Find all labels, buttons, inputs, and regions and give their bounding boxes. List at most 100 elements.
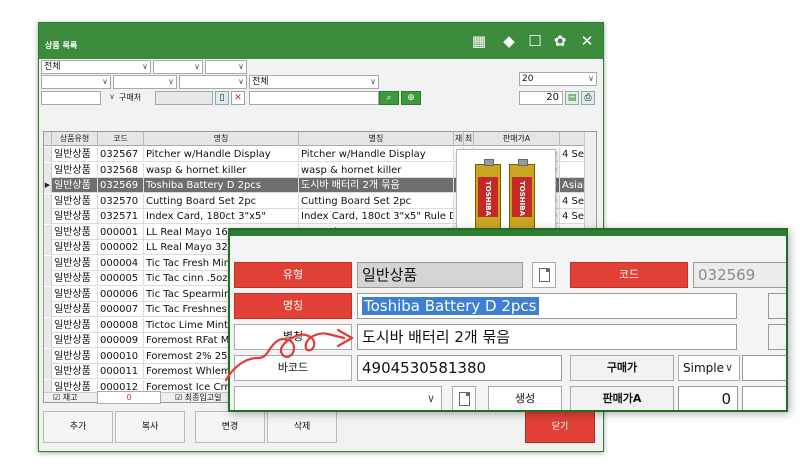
header-code[interactable]: 코드 <box>98 132 144 146</box>
chevron-down-icon: ∨ <box>238 62 244 71</box>
filter-select-6[interactable]: ∨ <box>179 75 247 89</box>
battery-brand-text: TOSHIBA <box>484 180 492 216</box>
sale-price-field[interactable]: 0 <box>678 386 738 410</box>
cell-type: 일반상품 <box>52 317 98 333</box>
cell-code: 000007 <box>98 302 144 317</box>
cell-extra: Asian <box>560 178 586 193</box>
settings-icon[interactable]: ✿ <box>550 31 570 51</box>
cell-code: 000011 <box>98 364 144 379</box>
document-icon[interactable]: ▯ <box>215 91 229 105</box>
print-icon[interactable]: ⎙ <box>581 91 595 105</box>
row-indicator <box>44 147 52 162</box>
chevron-down-icon: ∨ <box>238 77 244 86</box>
purchase-mode-select[interactable]: Simple ∨ <box>678 355 740 381</box>
code-field[interactable]: 032569 <box>693 262 786 288</box>
cell-name: Toshiba Battery D 2pcs <box>144 178 299 193</box>
search-input[interactable] <box>249 91 379 105</box>
cell-type: 일반상품 <box>52 147 98 162</box>
chevron-down-icon: ∨ <box>142 62 148 71</box>
chevron-down-icon: ∨ <box>724 361 733 374</box>
copy-button[interactable]: 복사 <box>115 411 185 443</box>
cell-code: 000006 <box>98 286 144 302</box>
stock-value-input[interactable]: 0 <box>97 391 161 404</box>
document-icon[interactable] <box>452 386 476 410</box>
cell-alias: 도시바 배터리 2개 묶음 <box>299 178 454 193</box>
alias-field[interactable]: 도시바 배터리 2개 묶음 <box>357 324 737 350</box>
cell-type: 일반상품 <box>52 271 98 286</box>
purchaser-input[interactable] <box>155 91 213 105</box>
cell-code: 000005 <box>98 271 144 286</box>
edit-icon[interactable]: ☐ <box>525 31 545 51</box>
row-indicator <box>44 286 52 302</box>
cell-type: 일반상품 <box>52 255 98 271</box>
header-sale-a[interactable]: 판매가A <box>474 132 560 146</box>
clear-icon[interactable]: ✕ <box>231 91 245 105</box>
page-count-input[interactable]: 20 <box>519 91 563 105</box>
type-field[interactable]: 일반상품 <box>357 262 523 288</box>
document-icon[interactable] <box>532 262 556 288</box>
page-size-select[interactable]: 20 ∨ <box>519 72 597 86</box>
row-indicator <box>44 240 52 255</box>
page-size-value: 20 <box>522 74 534 84</box>
header-type[interactable]: 상품유형 <box>52 132 98 146</box>
subcategory-select[interactable]: ∨ <box>153 60 203 74</box>
filter-select-5[interactable]: ∨ <box>113 75 177 89</box>
purchaser-label: 구매처 <box>119 93 142 102</box>
row-indicator <box>44 255 52 271</box>
header-name[interactable]: 명칭 <box>144 132 299 146</box>
purchase-price-field[interactable] <box>742 355 786 381</box>
filter-select-3[interactable]: ∨ <box>205 60 247 74</box>
cell-code: 032568 <box>98 162 144 178</box>
generate-button[interactable]: 생성 <box>488 386 562 410</box>
header-alias[interactable]: 별칭 <box>299 132 454 146</box>
cell-code: 000004 <box>98 255 144 271</box>
last-purchase-checkbox[interactable]: ☑ 최종입고일 <box>175 392 222 404</box>
grid-header: 상품유형 코드 명칭 별칭 재 최 판매가A <box>44 132 596 146</box>
code-input[interactable] <box>41 91 101 105</box>
title-bar: 상품 목록 ▦ ◆ ☐ ✿ ✕ <box>39 23 603 59</box>
cell-code: 032571 <box>98 209 144 224</box>
cell-alias: wasp & hornet killer <box>299 162 454 178</box>
header-stock[interactable]: 재 <box>454 132 464 146</box>
filter-select-4[interactable]: ∨ <box>41 75 111 89</box>
purchase-price-label: 구매가 <box>570 355 674 381</box>
cell-name: wasp & hornet killer <box>144 162 299 178</box>
row-indicator <box>44 162 52 178</box>
alias-filter-select[interactable]: 전체 ∨ <box>249 75 379 89</box>
chevron-down-icon[interactable]: ∨ <box>103 91 115 105</box>
cell-code: 032570 <box>98 193 144 209</box>
close-button[interactable]: 닫기 <box>525 411 595 443</box>
cell-extra: 4 Se <box>562 147 586 162</box>
battery-brand-text: TOSHIBA <box>518 180 526 216</box>
cell-type: 일반상품 <box>52 209 98 224</box>
cell-type: 일반상품 <box>52 302 98 317</box>
excel-icon[interactable]: ▤ <box>565 91 579 105</box>
modify-button[interactable]: 변경 <box>195 411 265 443</box>
annotation-scribble <box>224 328 354 382</box>
header-last[interactable]: 최 <box>464 132 474 146</box>
add-button[interactable]: 추가 <box>43 411 113 443</box>
extra-select[interactable]: ∨ <box>234 386 442 410</box>
row-indicator <box>44 224 52 240</box>
tag-icon[interactable]: ◆ <box>499 31 519 51</box>
close-icon[interactable]: ✕ <box>577 31 597 51</box>
cell-extra: 4 Se <box>562 193 586 209</box>
row-indicator <box>44 302 52 317</box>
cell-extra <box>560 162 586 178</box>
category-select[interactable]: 전체 ∨ <box>41 60 151 74</box>
table-icon[interactable]: ▦ <box>469 31 489 51</box>
stock-checkbox[interactable]: ☑ 재고 <box>53 392 77 404</box>
advanced-search-icon[interactable]: ⊕ <box>401 91 421 105</box>
cell-type: 일반상품 <box>52 333 98 348</box>
name-field[interactable]: Toshiba Battery D 2pcs <box>357 293 737 319</box>
header-extra[interactable] <box>560 132 586 146</box>
delete-button[interactable]: 삭제 <box>267 411 337 443</box>
code-label: 코드 <box>570 262 688 288</box>
cell-extra: 4 Se <box>562 209 586 224</box>
search-icon[interactable]: ⌕ <box>379 91 399 105</box>
cell-code: 000009 <box>98 333 144 348</box>
barcode-field[interactable]: 4904530581380 <box>357 355 562 381</box>
product-image-preview: TOSHIBA TOSHIBA <box>456 149 556 239</box>
chevron-down-icon: ∨ <box>168 77 174 86</box>
row-indicator <box>44 348 52 364</box>
